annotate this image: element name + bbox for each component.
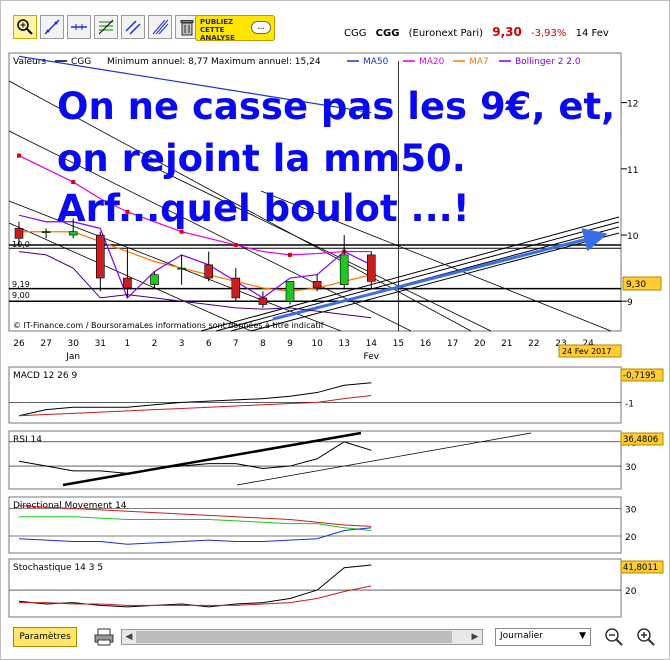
candle-body [231,277,241,299]
panel-frame [8,366,622,424]
x-tick-label: 26 [13,339,25,349]
candle-body [68,231,78,236]
panel-tick-label: 30 [625,463,637,473]
annotation-line-3: Arf...quel boulot ...! [57,187,470,230]
legend-range: Minimum annuel: 8,77 Maximum annuel: 15,… [107,57,321,67]
candle-body [285,281,295,302]
panel-title: MACD 12 26 9 [13,371,77,381]
x-tick-label: 3 [179,339,185,349]
x-axis: 26 27 30 31 1 2 3 6 7 8 9 10 13 14 15 16 17 20 21 22 23 24Jan… [13,339,594,362]
x-tick-label: 16 [420,339,432,349]
candle-body [123,277,132,289]
panel-3: Directional Movement 142030 [8,496,637,554]
annotation-line-2: on rejoint la mm50. [57,137,466,180]
sub-panels: MACD 12 26 9-1-0,7195RSI 14304036,4806Di… [8,366,664,618]
copyright: © IT-Finance.com / BoursoramaLes informa… [13,320,324,330]
ma20-dot [71,180,76,185]
x-tick-label: 27 [40,339,51,349]
candle-body [177,267,186,270]
candle-body [339,254,349,285]
x-tick-label: 10 [311,339,323,349]
ma20-dot [233,242,238,247]
x-tick-label: 15 [393,339,404,349]
month-label: Fev [364,352,380,362]
x-tick-label: 21 [501,339,512,349]
x-tick-label: 20 [474,339,486,349]
left-level-3: 9,00 [12,291,30,300]
y-tick-label: 11 [627,166,638,176]
panel-tick-label: 20 [625,587,637,597]
panel-value-text: -0,7195 [623,371,656,381]
bottom-bar: Paramètres ◀ ▶ Journalier ▼ [9,623,663,653]
panel-title: RSI 14 [13,435,42,445]
y-tick-label: 9 [627,298,633,308]
x-tick-label: 17 [447,339,458,349]
scroll-right-icon[interactable]: ▶ [469,631,481,643]
ma20-dot [179,229,184,234]
candle-body [204,264,213,279]
candle [285,281,295,305]
x-tick-label: 30 [67,339,79,349]
candle-body [41,231,51,234]
x-tick-label: 1 [125,339,131,349]
x-tick-label: 14 [366,339,378,349]
candle-body [258,297,268,305]
period-value: Journalier [500,631,543,641]
panel-tick-label: -1 [625,399,634,409]
y-tick-label: 12 [627,100,638,110]
candle-body [312,281,322,289]
time-scrollbar[interactable]: ◀ ▶ [121,629,483,645]
annotation-line-1: On ne casse pas les 9€, et, [57,85,615,128]
panel-1: MACD 12 26 9 -1 -0,7195 [8,366,664,424]
x-tick-label: 6 [206,339,212,349]
legend-bollinger: Bollinger 2 2.0 [515,57,581,67]
scrollbar-thumb[interactable] [136,631,452,643]
x-tick-label: 8 [260,339,266,349]
panel-tick-label: 30 [625,506,637,516]
scroll-left-icon[interactable]: ◀ [123,631,135,643]
x-tick-label: 31 [95,339,106,349]
print-button[interactable] [93,627,115,647]
panel-value-text: 41,8011 [623,563,658,573]
chevron-down-icon: ▼ [579,631,586,641]
x-tick-label: 22 [528,339,539,349]
panel-4: Stochastique 14 3 5 20 41,8011 [8,558,664,618]
date-tag-text: 24 Fev 2017 [562,347,611,356]
panel-value-text: 36,4806 [623,435,658,445]
zoom-out-icon [605,628,623,646]
candle-body [14,228,24,239]
zoom-in-icon [637,628,655,646]
x-tick-label: 2 [152,339,158,349]
y-tick-label: 10 [627,232,639,242]
chart-window: PUBLIEZ CETTE ANALYSE ... CGG CGG (Euron… [0,0,670,660]
x-tick-label: 13 [338,339,349,349]
panel-title: Stochastique 14 3 5 [13,563,103,573]
price-tag-text: 9,30 [626,280,646,290]
ma20-dot [288,252,292,257]
panel-2: RSI 14304036,4806 [8,430,664,490]
parameters-button[interactable]: Paramètres [13,627,77,647]
candle-body [150,274,159,285]
month-label: Jan [65,352,80,362]
zoom-in-button[interactable] [635,626,657,648]
left-level-2: 9,19 [12,280,30,289]
panel-frame [8,430,622,490]
zoom-out-button[interactable] [603,626,625,648]
panel-tick-label: 20 [625,533,637,543]
period-select[interactable]: Journalier ▼ [495,628,591,646]
legend-ma7: MA7 [469,57,489,67]
legend-ma50: MA50 [363,57,389,67]
chart-canvas[interactable]: Valeurs CGG Minimum annuel: 8,77 Maximum… [1,1,670,621]
legend-ma20: MA20 [419,57,445,67]
x-tick-label: 9 [287,339,293,349]
candle-body [366,254,376,282]
candle-body [96,234,105,279]
ma20-dot [17,153,21,158]
x-tick-label: 7 [233,339,239,349]
left-level-1: 10,0 [12,240,30,249]
printer-icon [94,628,114,646]
